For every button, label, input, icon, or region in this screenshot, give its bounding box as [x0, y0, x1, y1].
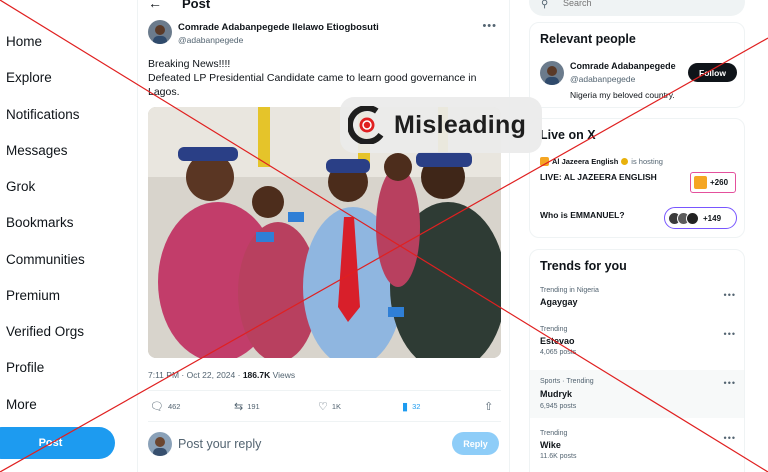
trend-item[interactable]: Trending Estevao 4,065 posts •••: [530, 321, 744, 365]
relevant-people-title: Relevant people: [540, 32, 636, 46]
trends-title: Trends for you: [540, 259, 627, 273]
trend-context: Trending: [540, 430, 568, 437]
trend-context: Trending in Nigeria: [540, 287, 599, 294]
trend-context: Sports · Trending: [540, 378, 594, 385]
search-input[interactable]: [563, 0, 723, 8]
misleading-label: Misleading: [394, 110, 527, 139]
nav-explore[interactable]: Explore: [6, 70, 52, 85]
space-title[interactable]: Who is EMMANUEL?: [540, 210, 625, 220]
bookmark-icon: ▮: [402, 401, 409, 413]
repost-icon: ⇆: [234, 401, 244, 413]
tweet-text-line: Defeated LP Presidential Candidate came …: [148, 72, 477, 98]
share-icon: ⇧: [484, 401, 494, 413]
host-logo-icon: [540, 157, 549, 166]
trends-card: Trends for you Trending in Nigeria Agayg…: [529, 249, 745, 472]
trend-name: Estevao: [540, 336, 575, 346]
right-sidebar: ⚲ Relevant people Comrade Adabanpegede @…: [521, 0, 768, 472]
trend-name: Mudryk: [540, 389, 573, 399]
live-on-x-card: Live on X Al Jazeera English is hosting …: [529, 118, 745, 238]
divider: [148, 421, 501, 422]
user-avatar[interactable]: [148, 432, 172, 456]
search-bar[interactable]: ⚲: [529, 0, 745, 16]
nav-verified-orgs[interactable]: Verified Orgs: [6, 324, 84, 339]
tweet-text: Breaking News!!!! Defeated LP Presidenti…: [148, 57, 498, 99]
tweet-meta: 7:11 PM · Oct 22, 2024 · 186.7K Views: [148, 370, 295, 380]
author-name[interactable]: Comrade Adabanpegede Ilelawo Etiogbosuti: [178, 22, 379, 33]
tweet-timestamp[interactable]: 7:11 PM · Oct 22, 2024 ·: [148, 370, 243, 380]
trend-item[interactable]: Trending Wike 11.6K posts •••: [530, 425, 744, 469]
views-count: 186.7K: [242, 370, 271, 380]
nav-bookmarks[interactable]: Bookmarks: [6, 215, 74, 230]
nav-notifications[interactable]: Notifications: [6, 107, 80, 122]
reply-input[interactable]: Post your reply: [178, 437, 261, 451]
relevant-person-name[interactable]: Comrade Adabanpegede: [570, 61, 676, 71]
search-icon: ⚲: [541, 0, 549, 10]
more-options-icon[interactable]: •••: [482, 20, 497, 32]
trend-item[interactable]: Sports · Trending Mudryk 6,945 posts •••: [530, 370, 744, 418]
space-listener-count: +260: [710, 178, 729, 187]
more-options-icon[interactable]: •••: [724, 433, 736, 443]
trend-name: Wike: [540, 440, 561, 450]
nav-premium[interactable]: Premium: [6, 288, 60, 303]
reply-button[interactable]: Reply: [452, 432, 499, 455]
more-options-icon[interactable]: •••: [724, 329, 736, 339]
trend-item[interactable]: Trending in Nigeria Agaygay •••: [530, 282, 744, 320]
more-options-icon[interactable]: •••: [724, 378, 736, 388]
repost-count: 191: [247, 402, 260, 411]
space-listener-count: +149: [703, 213, 722, 223]
verified-badge-icon: [621, 158, 629, 165]
factcheck-logo-icon: [348, 106, 386, 144]
reply-action[interactable]: 🗨 462: [150, 400, 180, 413]
like-count: 1K: [331, 402, 342, 411]
space-host[interactable]: Al Jazeera English is hosting: [540, 157, 663, 166]
space-listeners[interactable]: +260: [690, 172, 736, 193]
space-title[interactable]: LIVE: AL JAZEERA ENGLISH: [540, 172, 657, 182]
post-column: ← Post Comrade Adabanpegede Ilelawo Etio…: [137, 0, 510, 472]
trend-post-count: 4,065 posts: [540, 349, 577, 356]
tweet-text-line: Breaking News!!!!: [148, 58, 231, 70]
reply-icon: 🗨: [150, 401, 164, 413]
author-avatar[interactable]: [148, 20, 172, 44]
nav-home[interactable]: Home: [6, 34, 42, 49]
nav-messages[interactable]: Messages: [6, 143, 68, 158]
listener-avatar: [686, 211, 699, 225]
post-button[interactable]: Post: [0, 427, 115, 459]
trend-context: Trending: [540, 326, 568, 333]
left-nav: Home Explore Notifications Messages Grok…: [0, 0, 130, 472]
reply-count: 462: [167, 402, 181, 411]
nav-communities[interactable]: Communities: [6, 252, 85, 267]
trend-post-count: 11.6K posts: [540, 453, 577, 460]
like-action[interactable]: ♡ 1K: [318, 400, 341, 413]
heart-icon: ♡: [318, 401, 328, 413]
repost-action[interactable]: ⇆ 191: [234, 400, 260, 413]
space-listeners[interactable]: +149: [664, 207, 737, 229]
relevant-person-bio: Nigeria my beloved country.: [570, 90, 675, 100]
more-options-icon[interactable]: •••: [724, 290, 736, 300]
live-on-x-title: Live on X: [540, 128, 596, 142]
space-thumb-icon: [694, 176, 707, 189]
relevant-person-handle[interactable]: @adabanpegede: [570, 74, 635, 84]
post-header: ← Post: [138, 0, 509, 12]
author-handle[interactable]: @adabanpegede: [178, 35, 243, 45]
nav-grok[interactable]: Grok: [6, 179, 35, 194]
share-action[interactable]: ⇧: [484, 400, 493, 413]
host-suffix: is hosting: [631, 157, 663, 166]
relevant-person-avatar[interactable]: [540, 61, 564, 85]
back-arrow-icon[interactable]: ←: [148, 0, 162, 11]
host-name: Al Jazeera English: [552, 157, 619, 166]
nav-more[interactable]: More: [6, 397, 37, 412]
divider: [148, 390, 501, 391]
follow-button[interactable]: Follow: [688, 63, 737, 82]
bookmark-action[interactable]: ▮ 32: [402, 400, 420, 413]
views-label: Views: [270, 370, 296, 380]
trend-post-count: 6,945 posts: [540, 403, 577, 410]
page-title: Post: [182, 0, 211, 11]
relevant-people-card: Relevant people Comrade Adabanpegede @ad…: [529, 22, 745, 108]
bookmark-count: 32: [412, 402, 421, 411]
trend-name: Agaygay: [540, 297, 578, 307]
nav-profile[interactable]: Profile: [6, 360, 44, 375]
misleading-badge: Misleading: [340, 97, 542, 153]
